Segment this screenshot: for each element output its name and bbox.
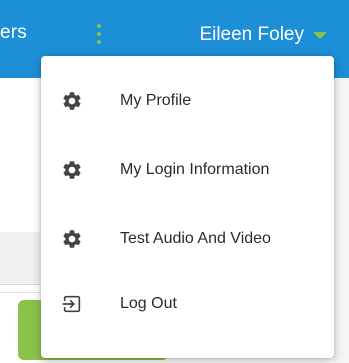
user-name: Eileen Foley — [199, 24, 304, 45]
background-divider-left — [0, 292, 40, 293]
menu-item-label: My Profile — [120, 92, 192, 109]
background-panel-left — [0, 232, 40, 285]
user-dropdown-menu: My Profile My Login Information Test Aud… — [41, 56, 334, 358]
menu-item-log-out[interactable]: Log Out — [41, 274, 334, 334]
menu-item-my-profile[interactable]: My Profile — [41, 71, 334, 131]
menu-item-label: Test Audio And Video — [120, 230, 271, 247]
nav-item-partial[interactable]: ers — [0, 22, 27, 44]
gear-icon — [61, 159, 83, 181]
gear-icon — [61, 228, 83, 250]
user-menu-toggle[interactable]: Eileen Foley — [199, 20, 327, 50]
menu-item-test-audio-video[interactable]: Test Audio And Video — [41, 209, 334, 269]
background-panel — [334, 78, 349, 363]
kebab-menu-icon[interactable] — [97, 24, 101, 44]
logout-icon — [61, 293, 83, 315]
caret-down-icon — [313, 31, 327, 39]
menu-item-my-login-information[interactable]: My Login Information — [41, 140, 334, 200]
gear-icon — [61, 90, 83, 112]
menu-item-label: My Login Information — [120, 161, 270, 178]
menu-item-label: Log Out — [120, 295, 177, 312]
